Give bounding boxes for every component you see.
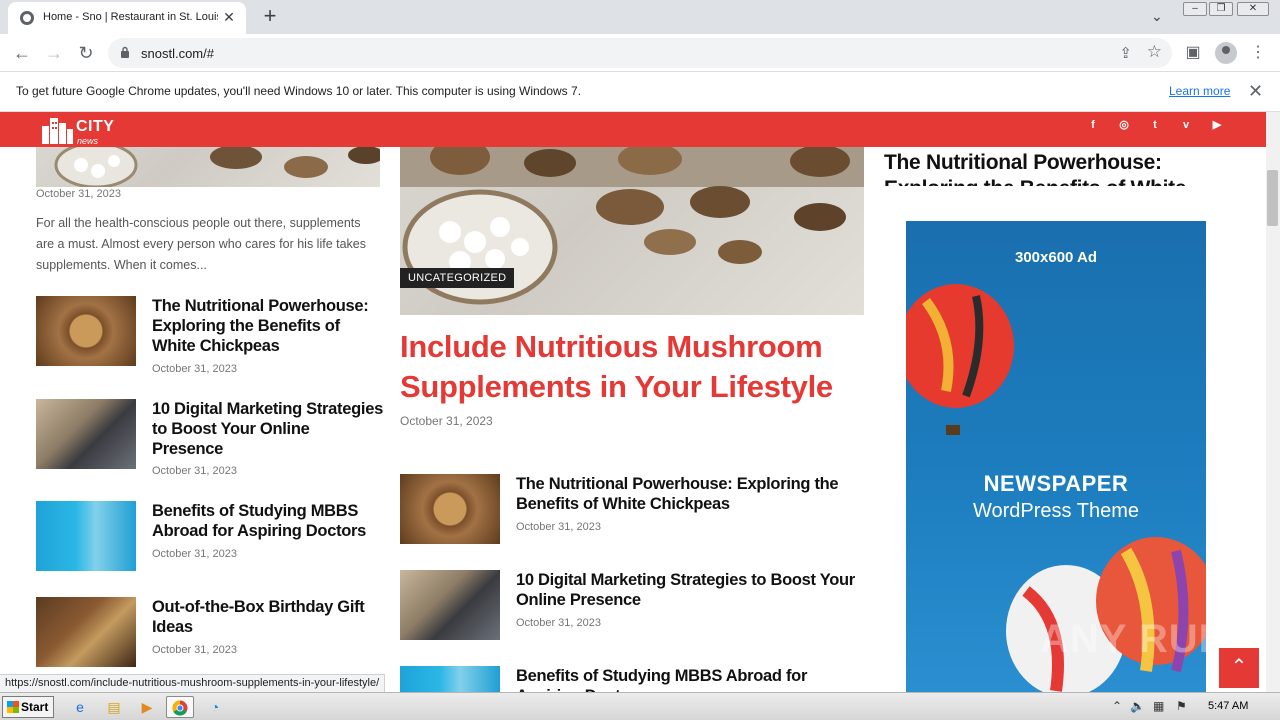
tab-title: Home - Sno | Restaurant in St. Louis <box>43 11 218 23</box>
list-item-date: October 31, 2023 <box>152 363 238 375</box>
browser-toolbar: ← → ↻ snostl.com/# ⇪ ☆ ▣ ⋮ <box>0 34 1280 72</box>
bookmark-star-icon[interactable]: ☆ <box>1147 42 1162 62</box>
back-arrow-icon[interactable]: ← <box>10 41 34 65</box>
browser-tab[interactable]: Home - Sno | Restaurant in St. Louis ✕ <box>8 2 246 34</box>
twitter-icon[interactable]: t <box>1146 116 1164 134</box>
birthday-thumbnail[interactable] <box>36 597 136 667</box>
lock-icon <box>121 46 129 58</box>
list-item-title[interactable]: The Nutritional Powerhouse: Exploring th… <box>152 296 384 356</box>
address-bar[interactable]: snostl.com/# ⇪ ☆ <box>108 38 1172 68</box>
list-item-date: October 31, 2023 <box>516 617 602 629</box>
list-item-title[interactable]: Out-of-the-Box Birthday Gift Ideas <box>152 597 384 637</box>
list-item-date: October 31, 2023 <box>152 644 238 656</box>
list-item[interactable]: 10 Digital Marketing Strategies to Boost… <box>36 399 383 479</box>
featured-image[interactable]: UNCATEGORIZED <box>400 147 864 315</box>
ad-brand-title: NEWSPAPER <box>983 471 1129 496</box>
minimize-button[interactable]: ‒ <box>1183 2 1207 16</box>
vimeo-icon[interactable]: v <box>1177 116 1195 134</box>
list-item[interactable]: The Nutritional Powerhouse: Exploring th… <box>400 474 864 554</box>
list-item[interactable]: The Nutritional Powerhouse: Exploring th… <box>36 296 380 376</box>
start-button[interactable]: Start <box>2 696 54 718</box>
laptop-thumbnail[interactable] <box>400 570 500 640</box>
article-image[interactable] <box>36 147 380 187</box>
taskbar-clock[interactable]: 5:47 AM <box>1208 700 1248 712</box>
infobar-close-button[interactable]: ✕ <box>1248 81 1263 102</box>
share-icon[interactable]: ⇪ <box>1119 44 1132 62</box>
city-skyline-icon <box>42 118 73 144</box>
chickpeas-thumbnail[interactable] <box>36 296 136 366</box>
volume-icon[interactable]: 🔈 <box>1130 699 1145 713</box>
mushroom-illustration <box>54 147 380 187</box>
globe-icon <box>20 11 34 25</box>
restore-button[interactable]: ❐ <box>1209 2 1233 16</box>
site-logo[interactable]: CITY news <box>40 114 114 146</box>
file-explorer-icon[interactable]: ▤ <box>100 696 128 718</box>
profile-avatar[interactable] <box>1215 42 1237 64</box>
chickpeas-thumbnail[interactable] <box>400 474 500 544</box>
anyrun-watermark: ANY RUN <box>1040 617 1229 661</box>
doctor-thumbnail[interactable] <box>400 666 500 692</box>
youtube-icon[interactable]: ▶ <box>1208 116 1226 134</box>
article-excerpt: For all the health-conscious people out … <box>36 216 366 272</box>
mushroom-illustration <box>400 147 864 305</box>
internet-explorer-icon[interactable]: e <box>66 696 94 718</box>
chrome-icon <box>172 700 188 716</box>
facebook-icon[interactable]: f <box>1084 116 1102 134</box>
tab-strip: Home - Sno | Restaurant in St. Louis ✕ +… <box>0 0 1280 34</box>
laptop-thumbnail[interactable] <box>36 399 136 469</box>
close-window-button[interactable]: ✕ <box>1237 2 1269 16</box>
scrollbar-thumb[interactable] <box>1267 170 1278 226</box>
windows-taskbar: Start e ▤ ▶ ◔ ⌃ 🔈 ▦ ⚑ 5:47 AM <box>0 692 1280 720</box>
category-badge[interactable]: UNCATEGORIZED <box>400 268 515 288</box>
doctor-thumbnail[interactable] <box>36 501 136 571</box>
tab-close-button[interactable]: ✕ <box>220 8 238 26</box>
update-infobar: To get future Google Chrome updates, you… <box>0 72 1280 112</box>
tab-search-icon[interactable]: ⌄ <box>1151 8 1163 25</box>
site-header: CITY news f ◎ t v ▶ <box>0 112 1266 147</box>
sidebar-article-title[interactable]: The Nutritional Powerhouse: Exploring th… <box>884 150 1214 186</box>
media-player-icon[interactable]: ▶ <box>133 696 161 718</box>
ad-brand-subtitle: WordPress Theme <box>973 500 1139 522</box>
side-panel-icon[interactable]: ▣ <box>1183 43 1203 63</box>
list-item-title[interactable]: Benefits of Studying MBBS Abroad for Asp… <box>152 501 384 541</box>
new-tab-button[interactable]: + <box>258 4 282 28</box>
list-item-date: October 31, 2023 <box>516 521 602 533</box>
back-to-top-button[interactable]: ⌃ <box>1219 648 1259 688</box>
list-item[interactable]: Benefits of Studying MBBS Abroad for Asp… <box>36 501 380 581</box>
list-item-title[interactable]: 10 Digital Marketing Strategies to Boost… <box>152 399 384 459</box>
url-text: snostl.com/# <box>141 46 214 61</box>
list-item[interactable]: Benefits of Studying MBBS Abroad for Asp… <box>400 666 864 692</box>
list-item-title[interactable]: Benefits of Studying MBBS Abroad for Asp… <box>516 666 861 692</box>
list-item[interactable]: 10 Digital Marketing Strategies to Boost… <box>400 570 864 650</box>
list-item-title[interactable]: 10 Digital Marketing Strategies to Boost… <box>516 570 861 610</box>
list-item-title[interactable]: The Nutritional Powerhouse: Exploring th… <box>516 474 861 514</box>
start-label: Start <box>21 700 49 714</box>
ad-size-label: 300x600 Ad <box>1014 249 1097 266</box>
logo-text: CITY <box>76 118 115 135</box>
status-bubble: https://snostl.com/include-nutritious-mu… <box>0 674 386 692</box>
edge-icon[interactable]: ◔ <box>201 696 229 718</box>
list-item-date: October 31, 2023 <box>152 465 238 477</box>
forward-arrow-icon[interactable]: → <box>42 41 66 65</box>
instagram-icon[interactable]: ◎ <box>1115 116 1133 134</box>
menu-kebab-icon[interactable]: ⋮ <box>1248 43 1268 63</box>
action-center-flag-icon[interactable]: ⚑ <box>1176 699 1187 713</box>
windows-logo-icon <box>7 701 19 713</box>
article-date: October 31, 2023 <box>36 188 122 200</box>
chrome-taskbar-icon[interactable] <box>166 696 194 718</box>
list-item-date: October 31, 2023 <box>152 548 238 560</box>
featured-date: October 31, 2023 <box>400 414 493 428</box>
web-page: October 31, 2023 For all the health-cons… <box>0 112 1266 692</box>
logo-subtext: news <box>77 136 99 146</box>
infobar-message: To get future Google Chrome updates, you… <box>16 84 582 98</box>
tray-expand-icon[interactable]: ⌃ <box>1112 699 1122 713</box>
featured-title[interactable]: Include Nutritious Mushroom Supplements … <box>400 327 864 407</box>
network-icon[interactable]: ▦ <box>1153 699 1164 713</box>
learn-more-link[interactable]: Learn more <box>1169 84 1230 98</box>
reload-icon[interactable]: ↻ <box>74 41 98 65</box>
list-item[interactable]: Out-of-the-Box Birthday Gift Ideas Octob… <box>36 597 380 677</box>
